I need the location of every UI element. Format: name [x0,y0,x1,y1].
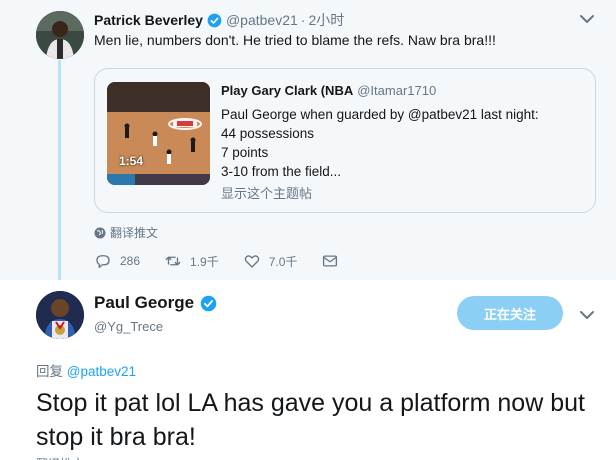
quoted-line: 44 possessions [221,126,315,141]
retweet-button[interactable]: 1.9千 [164,252,219,270]
envelope-icon [323,255,338,267]
thread-connector-line [58,60,61,292]
reply-icon [96,255,110,269]
parent-tweet[interactable]: Patrick Beverley @patbev21 · 2小时 Men lie… [0,0,616,292]
verified-badge-icon [207,13,222,27]
chevron-down-icon[interactable] [579,309,595,321]
author-handle[interactable]: @Yg_Trece [94,319,163,334]
author-handle[interactable]: @patbev21 [226,12,298,28]
video-thumbnail[interactable]: 1:54 [107,82,210,185]
quoted-author-row: Play Gary Clark (NBA @Itamar1710 [221,83,436,98]
show-thread-link[interactable]: 显示这个主题帖 [221,183,312,202]
reply-button[interactable]: 286 [94,252,140,270]
quoted-line: 7 points [221,145,269,160]
avatar[interactable] [36,291,84,339]
author-row: Patrick Beverley @patbev21 · 2小时 [94,10,344,30]
direct-message-button[interactable] [321,252,347,270]
quoted-author-handle: @Itamar1710 [357,83,437,98]
translate-label: 翻译推文 [110,226,159,240]
quoted-line: Paul George when guarded by @patbev21 la… [221,107,539,122]
author-name[interactable]: Paul George [94,293,194,313]
retweet-icon [165,256,181,266]
tweet-timestamp[interactable]: 2小时 [308,10,344,30]
translate-tweet-link[interactable]: 翻译推文 [36,455,84,460]
quoted-tweet-text: Paul George when guarded by @patbev21 la… [221,105,539,181]
verified-badge-icon [200,295,217,311]
tweet-text: Stop it pat lol LA has gave you a platfo… [36,389,585,451]
translate-tweet-link[interactable]: 翻译推文 [94,224,158,241]
globe-icon [94,227,106,238]
tweet-text: Men lie, numbers don't. He tried to blam… [94,32,496,48]
avatar[interactable] [36,11,84,59]
avatar-image [36,11,84,59]
quoted-tweet-card[interactable]: 1:54 Play Gary Clark (NBA @Itamar1710 Pau… [94,68,596,213]
like-button[interactable]: 7.0千 [243,252,298,270]
reply-tweet[interactable]: Paul George @Yg_Trece 正在关注 回复 @patbev21 … [0,280,616,460]
following-button[interactable]: 正在关注 [457,296,563,330]
replying-to-mention[interactable]: @patbev21 [67,364,136,379]
quoted-author-name: Play Gary Clark (NBA [221,83,354,98]
heart-icon [244,255,259,268]
tweet-actions: 286 1.9千 7.0千 [94,252,371,270]
reply-count: 286 [120,254,141,268]
video-image [107,82,210,185]
author-row: Paul George [94,293,221,313]
like-count: 7.0千 [268,254,298,269]
chevron-down-icon[interactable] [579,13,595,25]
quoted-line: 3-10 from the field... [221,164,342,179]
retweet-count: 1.9千 [190,254,219,269]
author-name[interactable]: Patrick Beverley [94,12,203,28]
replying-to: 回复 @patbev21 [36,360,136,380]
video-duration: 1:54 [119,154,144,168]
separator-dot: · [300,12,306,28]
replying-to-prefix: 回复 [36,364,63,379]
avatar-image [36,291,84,339]
